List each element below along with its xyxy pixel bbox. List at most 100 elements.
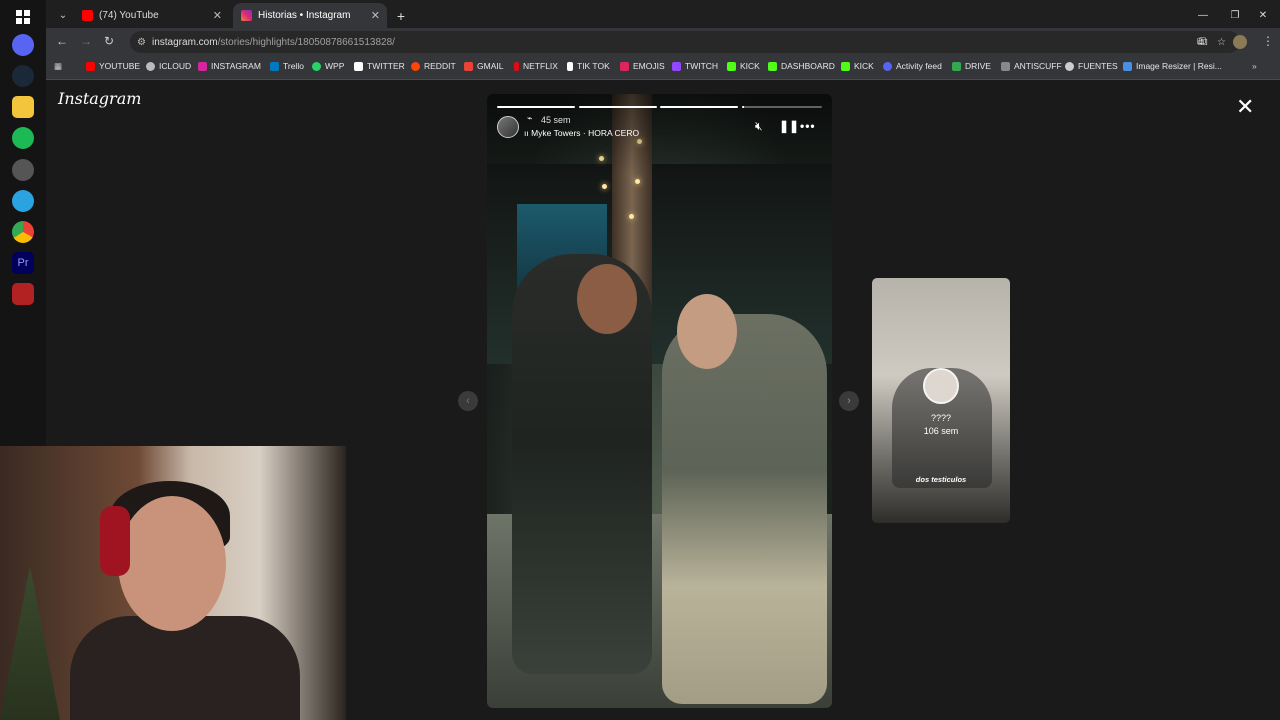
more-options-icon[interactable]: ••• — [800, 119, 816, 133]
restore-button[interactable]: ❐ — [1226, 3, 1244, 28]
webcam-headphones — [100, 506, 130, 576]
menu-kebab-icon[interactable]: ⋮ — [1262, 34, 1274, 48]
bookmark-icloud[interactable]: ICLOUD — [146, 61, 191, 71]
bookmark-label: GMAIL — [477, 61, 504, 71]
bookmark-label: Trello — [283, 61, 304, 71]
app-icon[interactable] — [12, 283, 34, 305]
telegram-icon[interactable] — [12, 190, 34, 212]
close-tab-icon[interactable]: ✕ — [371, 9, 380, 22]
webcam-christmas-tree — [0, 566, 60, 720]
discord-icon[interactable] — [12, 34, 34, 56]
next-story-arrow-icon[interactable]: › — [839, 391, 859, 411]
tab-instagram[interactable]: Historias • Instagram ✕ — [233, 3, 387, 28]
pause-icon[interactable]: ❚❚ — [779, 119, 799, 133]
bookmark-twitch[interactable]: TWITCH — [672, 61, 718, 71]
kick-icon — [768, 61, 777, 71]
bookmark-label: KICK — [854, 61, 874, 71]
bookmark-label: Image Resizer | Resi... — [1136, 61, 1222, 71]
apps-grid-icon[interactable]: ▦ — [54, 61, 62, 72]
tab-youtube[interactable]: (74) YouTube ✕ — [74, 3, 229, 28]
bookmark-instagram[interactable]: INSTAGRAM — [198, 61, 261, 71]
apple-icon — [146, 61, 155, 71]
whatsapp-icon — [312, 61, 321, 71]
bookmark-fuentes[interactable]: FUENTES — [1065, 61, 1118, 71]
youtube-icon — [86, 61, 95, 71]
url-path: /stories/highlights/18050878661513828/ — [217, 36, 395, 48]
story-image-person-left-head — [577, 264, 637, 334]
forward-arrow-icon[interactable]: → — [80, 34, 92, 48]
story-author-avatar[interactable] — [497, 116, 519, 138]
bookmark-reddit[interactable]: REDDIT — [411, 61, 456, 71]
more-bookmarks-icon[interactable]: » — [1252, 61, 1257, 71]
next-story-preview[interactable]: ???? 106 sem dos testiculos — [872, 278, 1010, 523]
obs-icon[interactable] — [12, 159, 34, 181]
extensions-icon[interactable]: ⧉ — [1199, 34, 1208, 49]
muted-speaker-icon[interactable]: 🔇︎ — [755, 119, 763, 134]
kick-icon — [841, 61, 850, 71]
spotify-icon[interactable] — [12, 127, 34, 149]
bookmark-antiscuff[interactable]: ANTISCUFF — [1001, 61, 1062, 71]
string-light — [635, 179, 640, 184]
browser-window: ⌄ (74) YouTube ✕ Historias • Instagram ✕… — [46, 0, 1280, 80]
minimize-button[interactable]: — — [1194, 3, 1212, 28]
story-progress-segment — [742, 106, 822, 108]
chrome-icon[interactable] — [12, 221, 34, 243]
twitch-icon — [672, 61, 681, 71]
webcam-streamer-body — [70, 616, 300, 720]
back-arrow-icon[interactable]: ← — [56, 34, 68, 48]
close-window-button[interactable]: ✕ — [1254, 3, 1272, 28]
story-viewer[interactable]: ⌁ 45 sem ıı Myke Towers · HORA CERO 🔇︎ ❚… — [487, 94, 832, 708]
bookmark-tiktok[interactable]: TIK TOK — [567, 61, 610, 71]
bookmark-label: TIK TOK — [577, 61, 610, 71]
steam-icon[interactable] — [12, 65, 34, 87]
kick-icon — [727, 61, 736, 71]
drive-icon — [952, 61, 961, 71]
close-stories-icon[interactable]: ✕ — [1236, 94, 1254, 120]
bookmark-label: INSTAGRAM — [211, 61, 261, 71]
tab-title: Historias • Instagram — [258, 10, 351, 21]
bookmark-youtube[interactable]: YOUTUBE — [86, 61, 140, 71]
reload-icon[interactable]: ↻ — [104, 34, 114, 48]
bookmark-star-icon[interactable]: ☆ — [1217, 37, 1226, 48]
webcam-streamer-face — [118, 496, 226, 631]
previous-story-arrow-icon[interactable]: ‹ — [458, 391, 478, 411]
instagram-icon — [198, 61, 207, 71]
bookmark-twitter[interactable]: TWITTER — [354, 61, 405, 71]
bookmark-gmail[interactable]: GMAIL — [464, 61, 503, 71]
next-story-name: ???? — [930, 413, 952, 423]
image-resizer-icon — [1123, 61, 1132, 71]
profile-avatar[interactable] — [1233, 35, 1247, 49]
file-explorer-icon[interactable] — [12, 96, 34, 118]
bookmark-image-resizer[interactable]: Image Resizer | Resi... — [1123, 61, 1222, 71]
close-tab-icon[interactable]: ✕ — [213, 9, 222, 22]
bookmark-label: Activity feed — [896, 61, 942, 71]
bookmark-trello[interactable]: Trello — [270, 61, 304, 71]
story-image-person-right — [662, 314, 827, 704]
bookmark-netflix[interactable]: NETFLIX — [514, 61, 558, 71]
bookmark-label: DRIVE — [965, 61, 991, 71]
activity-icon — [883, 61, 892, 71]
address-bar[interactable]: ⚙ instagram.com/stories/highlights/18050… — [130, 31, 1240, 53]
bookmark-kick[interactable]: KICK — [727, 61, 760, 71]
tab-search-button[interactable]: ⌄ — [52, 3, 74, 28]
netflix-icon — [514, 61, 519, 71]
tab-title: (74) YouTube — [99, 10, 159, 21]
bookmark-kick-2[interactable]: KICK — [841, 61, 874, 71]
string-light — [629, 214, 634, 219]
tab-strip: ⌄ (74) YouTube ✕ Historias • Instagram ✕… — [46, 0, 1280, 28]
bookmark-dashboard[interactable]: DASHBOARD — [768, 61, 835, 71]
string-light — [602, 184, 607, 189]
instagram-logo[interactable]: Instagram — [58, 89, 141, 108]
next-story-avatar — [923, 368, 959, 404]
site-info-icon[interactable]: ⚙ — [137, 37, 146, 48]
windows-start-icon[interactable] — [12, 6, 34, 28]
bookmark-wpp[interactable]: WPP — [312, 61, 344, 71]
bookmark-label: YOUTUBE — [99, 61, 141, 71]
globe-icon — [1065, 61, 1074, 71]
new-tab-button[interactable]: + — [392, 3, 410, 28]
bookmark-emojis[interactable]: EMOJIS — [620, 61, 665, 71]
premiere-pro-icon[interactable]: Pr — [12, 252, 34, 274]
story-music[interactable]: ıı Myke Towers · HORA CERO — [524, 128, 639, 138]
bookmark-drive[interactable]: DRIVE — [952, 61, 991, 71]
bookmark-activity-feed[interactable]: Activity feed — [883, 61, 942, 71]
